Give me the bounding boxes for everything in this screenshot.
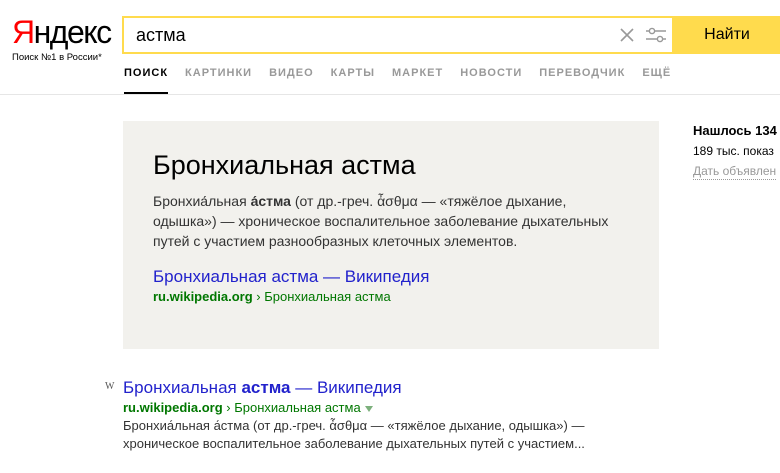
result-path: ru.wikipedia.org › Бронхиальная астма: [123, 399, 683, 417]
result-title-pre: Бронхиальная: [123, 378, 242, 397]
fact-domain-link[interactable]: ru.wikipedia.org: [153, 289, 253, 304]
search-stats: Нашлось 134 189 тыс. показ Дать объявлен: [693, 122, 780, 180]
search-nav: Поиск Картинки Видео Карты Маркет Новост…: [124, 66, 688, 94]
result-title-link[interactable]: Бронхиальная астма — Википедия: [123, 377, 683, 399]
nav-tab-maps[interactable]: Карты: [331, 66, 375, 94]
header: Яндекс Поиск №1 в России* Найти Поиск Ка…: [0, 0, 780, 95]
clear-icon[interactable]: [616, 24, 638, 46]
result-snippet: Бронхиа́льная а́стма (от др.-греч. ἆσθμα…: [123, 418, 585, 451]
logo-rest: ндекс: [33, 14, 113, 50]
fact-path-tail[interactable]: Бронхиальная астма: [264, 289, 390, 304]
search-settings-icon[interactable]: [644, 24, 668, 46]
wikipedia-favicon-icon: W: [105, 381, 115, 392]
fact-source-path: ru.wikipedia.org › Бронхиальная астма: [153, 288, 629, 306]
search-input-wrap: [122, 16, 674, 54]
fact-card: Бронхиальная астма Бронхиа́льная а́стма …: [123, 121, 659, 349]
nav-tab-more[interactable]: Ещё: [642, 66, 671, 94]
search-button[interactable]: Найти: [674, 16, 780, 54]
search-result: W Бронхиальная астма — Википедия ru.wiki…: [105, 377, 683, 453]
fact-title: Бронхиальная астма: [153, 150, 416, 180]
logo-first-letter: Я: [12, 14, 35, 50]
fact-text-prefix: Бронхиа́льная: [153, 193, 251, 209]
search-input[interactable]: [124, 18, 604, 52]
nav-tab-market[interactable]: Маркет: [392, 66, 443, 94]
yandex-logo[interactable]: Яндекс Поиск №1 в России*: [12, 14, 112, 63]
result-path-separator: ›: [222, 400, 235, 415]
result-menu-triangle-icon[interactable]: [364, 405, 373, 412]
nav-tab-video[interactable]: Видео: [269, 66, 314, 94]
fact-text-bold: а́стма: [250, 193, 291, 209]
result-title-bold: астма: [241, 378, 291, 397]
fact-text: Бронхиа́льная а́стма (от др.-греч. ἆσθμα…: [153, 191, 613, 251]
result-domain-link[interactable]: ru.wikipedia.org: [123, 400, 223, 415]
fact-path-separator: ›: [252, 289, 265, 304]
shows-count: 189 тыс. показ: [693, 144, 774, 158]
results-count: Нашлось 134: [693, 123, 777, 138]
logo-slogan: Поиск №1 в России*: [12, 52, 102, 63]
advertise-link[interactable]: Дать объявлен: [693, 163, 777, 180]
nav-tab-search[interactable]: Поиск: [124, 66, 169, 94]
nav-tab-images[interactable]: Картинки: [185, 66, 252, 94]
logo-word: Яндекс: [12, 14, 112, 50]
result-title-post: — Википедия: [290, 378, 402, 397]
nav-tab-translator[interactable]: Переводчик: [539, 66, 625, 94]
fact-source-link[interactable]: Бронхиальная астма — Википедия: [153, 266, 629, 288]
result-path-tail[interactable]: Бронхиальная астма: [234, 400, 360, 415]
search-form: Найти: [122, 16, 780, 54]
nav-tab-news[interactable]: Новости: [460, 66, 522, 94]
